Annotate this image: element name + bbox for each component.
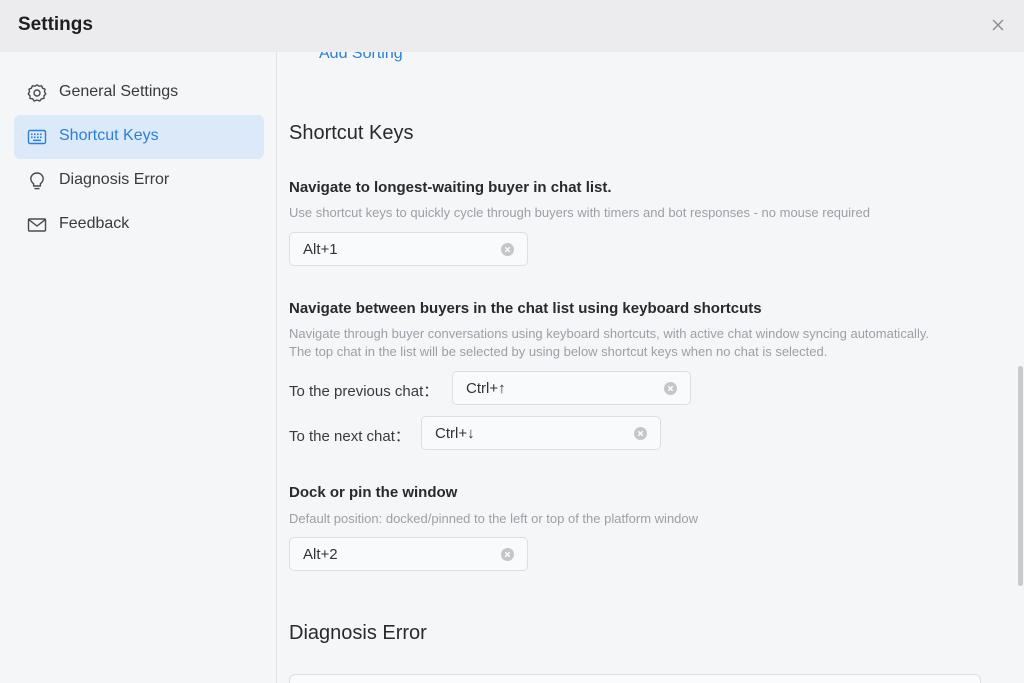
sidebar-item-label: General Settings — [59, 83, 179, 100]
navigate-between-title: Navigate between buyers in the chat list… — [289, 300, 762, 317]
sidebar-item-shortcut-keys[interactable]: Shortcut Keys — [14, 115, 264, 159]
shortcut-value: Ctrl+↓ — [435, 425, 475, 442]
gear-icon — [27, 83, 47, 103]
longest-waiting-description: Use shortcut keys to quickly cycle throu… — [289, 205, 870, 220]
next-chat-shortcut-input[interactable]: Ctrl+↓ — [421, 416, 661, 450]
clear-icon[interactable] — [501, 243, 514, 256]
section-title-shortcut-keys: Shortcut Keys — [289, 122, 414, 144]
clear-icon[interactable] — [501, 548, 514, 561]
scrollbar-thumb[interactable] — [1018, 366, 1023, 586]
longest-waiting-shortcut-input[interactable]: Alt+1 — [289, 232, 528, 266]
longest-waiting-title: Navigate to longest-waiting buyer in cha… — [289, 179, 612, 196]
close-icon[interactable] — [988, 15, 1008, 35]
sidebar-item-label: Feedback — [59, 215, 130, 232]
sidebar-item-label: Diagnosis Error — [59, 171, 170, 188]
navigate-between-description-line1: Navigate through buyer conversations usi… — [289, 326, 929, 341]
settings-content: Add Sorting Shortcut Keys Navigate to lo… — [277, 52, 1024, 683]
title-bar: Settings — [0, 0, 1024, 52]
section-title-diagnosis-error: Diagnosis Error — [289, 622, 427, 644]
dock-window-description: Default position: docked/pinned to the l… — [289, 511, 699, 526]
add-sorting-link[interactable]: Add Sorting — [319, 52, 403, 63]
lightbulb-icon — [27, 171, 47, 191]
mail-icon — [27, 215, 47, 235]
shortcut-value: Ctrl+↑ — [466, 380, 506, 397]
clear-icon[interactable] — [634, 427, 647, 440]
dock-window-shortcut-input[interactable]: Alt+2 — [289, 537, 528, 571]
shortcut-value: Alt+1 — [303, 241, 338, 258]
sidebar: General Settings Shortcut Keys Diagnosis… — [0, 52, 277, 683]
window-title: Settings — [18, 14, 93, 35]
dock-window-title: Dock or pin the window — [289, 484, 458, 501]
sidebar-item-label: Shortcut Keys — [59, 127, 159, 144]
sidebar-item-general-settings[interactable]: General Settings — [14, 71, 264, 115]
previous-chat-label: To the previous chat： — [289, 383, 439, 400]
sidebar-item-feedback[interactable]: Feedback — [14, 203, 264, 247]
clear-icon[interactable] — [664, 382, 677, 395]
diagnosis-panel — [289, 674, 981, 683]
keyboard-icon — [27, 127, 47, 147]
shortcut-value: Alt+2 — [303, 546, 338, 563]
sidebar-item-diagnosis-error[interactable]: Diagnosis Error — [14, 159, 264, 203]
next-chat-label: To the next chat： — [289, 428, 410, 445]
navigate-between-description-line2: The top chat in the list will be selecte… — [289, 344, 828, 359]
previous-chat-shortcut-input[interactable]: Ctrl+↑ — [452, 371, 691, 405]
